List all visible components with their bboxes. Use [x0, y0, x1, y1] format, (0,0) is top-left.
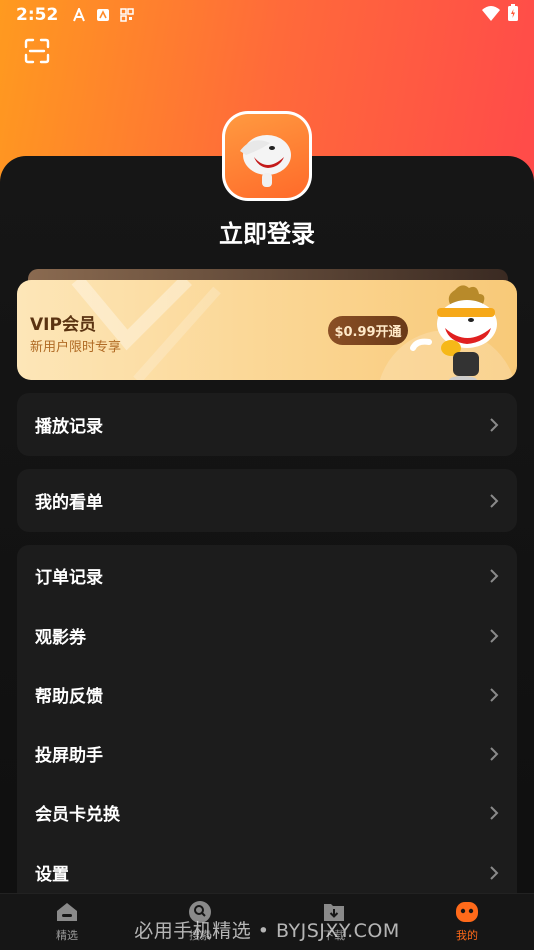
menu-item-label: 帮助反馈 [35, 687, 103, 707]
menu-item-help-feedback[interactable]: 帮助反馈 [17, 665, 517, 724]
vip-title: VIP会员 [30, 315, 96, 335]
scan-icon[interactable] [24, 38, 50, 64]
menu-item-label: 会员卡兑换 [35, 805, 120, 825]
menu-item-cast-assistant[interactable]: 投屏助手 [17, 724, 517, 783]
chevron-right-icon [490, 865, 499, 880]
vip-banner[interactable]: VIP会员 新用户限时专享 $0.99开通 [17, 280, 517, 380]
chevron-right-icon [490, 746, 499, 761]
menu-item-movie-coupon[interactable]: 观影券 [17, 606, 517, 665]
chevron-right-icon [490, 568, 499, 583]
app-notification-icon [120, 8, 135, 22]
status-time: 2:52 [16, 5, 59, 25]
watermark-text: 必用手机精选 • BYJSJXY.COM [134, 920, 400, 942]
menu-item-label: 投屏助手 [35, 746, 103, 766]
vip-mascot-icon [410, 285, 497, 380]
status-bar: 2:52 [0, 0, 534, 30]
menu-item-order-history[interactable]: 订单记录 [17, 546, 517, 605]
mascot-avatar-icon [240, 135, 291, 187]
menu-item-label: 播放记录 [35, 417, 103, 437]
menu-item-label: 我的看单 [35, 493, 103, 513]
menu-item-label: 订单记录 [35, 568, 103, 588]
battery-icon [508, 4, 518, 26]
chevron-right-icon [490, 493, 499, 508]
menu-item-label: 设置 [35, 865, 69, 885]
chevron-right-icon [490, 628, 499, 643]
chevron-right-icon [490, 805, 499, 820]
wifi-icon [482, 5, 500, 26]
vip-activate-button[interactable]: $0.99开通 [328, 316, 408, 345]
menu-group-history: 播放记录 [17, 393, 517, 456]
menu-item-my-watchlist[interactable]: 我的看单 [17, 471, 517, 530]
app-notification-icon [96, 8, 110, 22]
menu-group-watchlist: 我的看单 [17, 469, 517, 532]
vip-subtitle: 新用户限时专享 [30, 340, 122, 355]
login-button[interactable]: 立即登录 [0, 214, 534, 249]
app-notification-icon [72, 8, 86, 22]
menu-group-main: 订单记录 观影券 帮助反馈 投屏助手 会员卡兑换 设置 [17, 545, 517, 905]
menu-item-play-history[interactable]: 播放记录 [17, 395, 517, 454]
chevron-right-icon [490, 417, 499, 432]
avatar[interactable] [222, 111, 312, 201]
menu-item-label: 观影券 [35, 628, 86, 648]
menu-item-redeem-card[interactable]: 会员卡兑换 [17, 783, 517, 842]
chevron-right-icon [490, 687, 499, 702]
